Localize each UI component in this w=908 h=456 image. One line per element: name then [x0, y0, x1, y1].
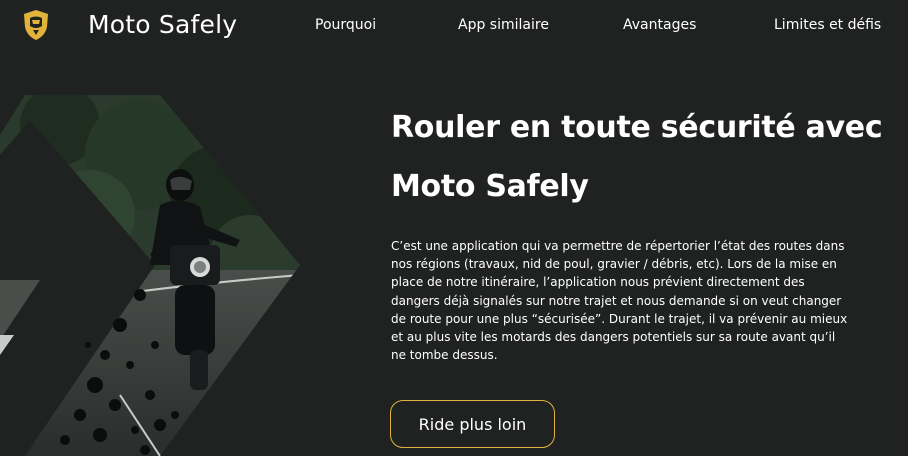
hero-title: Rouler en toute sécurité avec Moto Safel… — [391, 98, 891, 216]
hero-title-line-1: Rouler en toute sécurité avec — [391, 110, 883, 145]
nav-link-avantages[interactable]: Avantages — [623, 17, 696, 33]
nav-link-app-similaire[interactable]: App similaire — [458, 17, 549, 33]
nav-link-limites-defis[interactable]: Limites et défis — [774, 17, 881, 33]
hero-motorcycle-image — [0, 95, 300, 456]
hero-description: C’est une application qui va permettre d… — [391, 239, 848, 363]
site-header: Moto Safely Pourquoi App similaire Avant… — [0, 0, 908, 56]
nav-link-pourquoi[interactable]: Pourquoi — [315, 17, 376, 33]
hero-title-line-2: Moto Safely — [391, 169, 589, 204]
brand-name[interactable]: Moto Safely — [88, 10, 237, 39]
ride-plus-loin-button[interactable]: Ride plus loin — [390, 400, 555, 448]
helmet-shield-icon[interactable] — [22, 9, 50, 41]
